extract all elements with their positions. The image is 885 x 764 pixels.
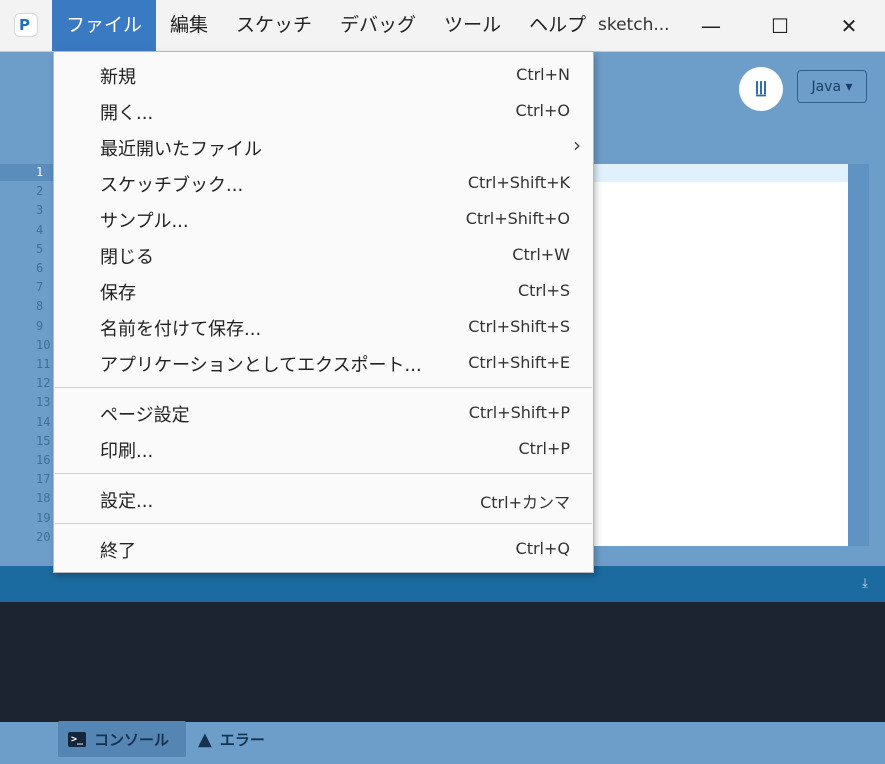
menu-item-shortcut: Ctrl+S bbox=[517, 281, 570, 300]
menu-item-shortcut: Ctrl+Shift+O bbox=[465, 209, 570, 228]
menu-item-label: 終了 bbox=[100, 541, 136, 562]
maximize-button[interactable]: ☐ bbox=[753, 0, 807, 51]
menu-tools[interactable]: ツール bbox=[430, 0, 515, 51]
menu-item[interactable]: 名前を付けて保存... Ctrl+Shift+S bbox=[54, 309, 593, 345]
warning-icon: ▲ bbox=[198, 728, 212, 750]
line-number-gutter: 1 2 3 4 5 6 7 8 9 10 11 12 13 14 15 16 17 18 19 20 bbox=[0, 164, 56, 548]
menu-item-label: 保存 bbox=[100, 283, 136, 304]
menu-item-label: 印刷... bbox=[100, 441, 154, 462]
menu-item-label: 設定... bbox=[100, 491, 154, 512]
menu-separator bbox=[55, 473, 592, 474]
menu-item-shortcut: Ctrl+Shift+K bbox=[467, 173, 570, 192]
menu-item[interactable]: ページ設定 Ctrl+Shift+P bbox=[54, 395, 593, 431]
menu-item[interactable]: 印刷... Ctrl+P bbox=[54, 431, 593, 467]
console-output bbox=[0, 602, 885, 722]
menu-item-shortcut: Ctrl+P bbox=[518, 439, 570, 458]
chevron-right-icon: › bbox=[573, 133, 581, 157]
window-title: sketch... bbox=[598, 15, 670, 35]
menu-item-shortcut: Ctrl+Shift+E bbox=[468, 353, 570, 372]
menu-item-shortcut: Ctrl+O bbox=[515, 101, 570, 120]
menu-item-shortcut: Ctrl+W bbox=[512, 245, 570, 264]
editor-scrollbar[interactable] bbox=[848, 164, 869, 546]
menu-item-label: 閉じる bbox=[100, 247, 154, 268]
menu-sketch[interactable]: スケッチ bbox=[222, 0, 326, 51]
processing-app-icon: P bbox=[14, 13, 38, 37]
tab-console[interactable]: >_ コンソール bbox=[58, 721, 186, 757]
menu-item-label: 名前を付けて保存... bbox=[100, 319, 262, 340]
menu-item-shortcut: Ctrl+Q bbox=[515, 539, 570, 558]
menu-item[interactable]: 保存 Ctrl+S bbox=[54, 273, 593, 309]
menu-item[interactable]: 設定... Ctrl+カンマ bbox=[54, 481, 593, 517]
butterfly-icon[interactable]: ꔗ bbox=[739, 67, 783, 111]
menu-item-label: スケッチブック... bbox=[100, 175, 244, 196]
menu-item-shortcut: Ctrl+N bbox=[516, 65, 570, 84]
menu-item[interactable]: 閉じる Ctrl+W bbox=[54, 237, 593, 273]
menu-separator bbox=[55, 523, 592, 524]
menu-item[interactable]: アプリケーションとしてエクスポート... Ctrl+Shift+E bbox=[54, 345, 593, 381]
menu-item-shortcut: Ctrl+カンマ bbox=[480, 493, 570, 512]
menu-item[interactable]: 開く... Ctrl+O bbox=[54, 93, 593, 129]
menu-item[interactable]: 終了 Ctrl+Q bbox=[54, 531, 593, 567]
title-bar: P ファイル 編集 スケッチ デバッグ ツール ヘルプ sketch... — … bbox=[0, 0, 885, 52]
menu-item-label: サンプル... bbox=[100, 211, 189, 232]
menu-separator bbox=[55, 387, 592, 388]
menu-item-label: 最近開いたファイル bbox=[100, 139, 262, 160]
mode-selector[interactable]: Java ▾ bbox=[797, 70, 867, 103]
collapse-console-icon[interactable]: ⤓ bbox=[855, 576, 875, 592]
menu-item[interactable]: 新規 Ctrl+N bbox=[54, 57, 593, 93]
terminal-icon: >_ bbox=[68, 731, 86, 747]
menu-item-label: 新規 bbox=[100, 67, 136, 88]
menu-item-shortcut: Ctrl+Shift+P bbox=[468, 403, 570, 422]
menu-help[interactable]: ヘルプ bbox=[515, 0, 600, 51]
tab-errors[interactable]: ▲ エラー bbox=[198, 721, 265, 757]
menu-edit[interactable]: 編集 bbox=[156, 0, 222, 51]
minimize-button[interactable]: — bbox=[684, 0, 738, 51]
tab-console-label: コンソール bbox=[94, 730, 170, 749]
file-menu-dropdown: 新規 Ctrl+N 開く... Ctrl+O 最近開いたファイル › スケッチブック... C… bbox=[53, 51, 594, 573]
menu-file[interactable]: ファイル bbox=[52, 0, 157, 51]
menu-item-shortcut: Ctrl+Shift+S bbox=[468, 317, 570, 336]
tab-errors-label: エラー bbox=[219, 730, 265, 749]
menu-item-label: ページ設定 bbox=[100, 405, 190, 426]
menu-item[interactable]: スケッチブック... Ctrl+Shift+K bbox=[54, 165, 593, 201]
menu-item-label: アプリケーションとしてエクスポート... bbox=[100, 355, 422, 376]
menu-bar: ファイル 編集 スケッチ デバッグ ツール ヘルプ bbox=[52, 0, 600, 51]
menu-item-label: 開く... bbox=[100, 103, 154, 124]
close-button[interactable]: ✕ bbox=[822, 0, 876, 51]
menu-item[interactable]: 最近開いたファイル › bbox=[54, 129, 593, 165]
menu-item[interactable]: サンプル... Ctrl+Shift+O bbox=[54, 201, 593, 237]
menu-debug[interactable]: デバッグ bbox=[326, 0, 430, 51]
